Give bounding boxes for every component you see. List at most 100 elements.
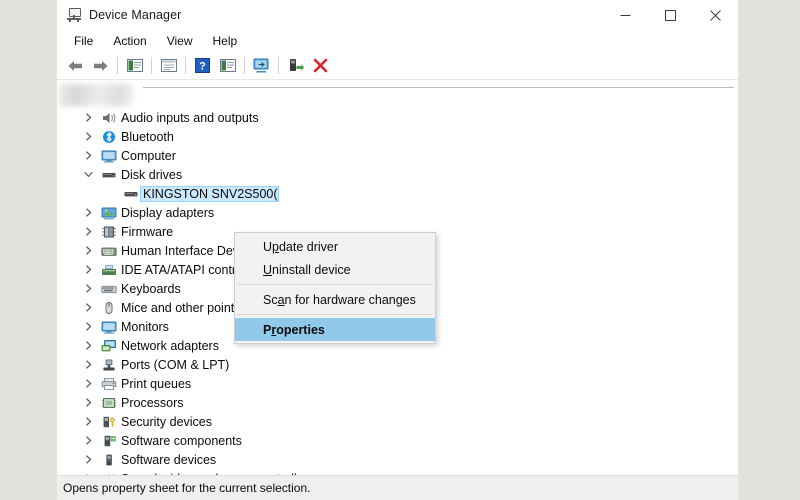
monitor-icon bbox=[101, 321, 117, 334]
device-tree-pane[interactable]: Audio inputs and outputs Bluetooth Compute… bbox=[57, 80, 738, 475]
tree-item-security-devices[interactable]: Security devices bbox=[57, 412, 738, 431]
tree-item-kingston-snv2s500[interactable]: KINGSTON SNV2S500( bbox=[57, 184, 738, 203]
ctx-uninstall-device[interactable]: Uninstall device bbox=[235, 258, 435, 281]
firmware-chip-icon bbox=[102, 226, 116, 237]
disk-drive-icon bbox=[124, 191, 138, 196]
tree-item-label: Display adapters bbox=[121, 205, 215, 220]
ctx-properties-label: Properties bbox=[263, 322, 325, 337]
printer-icon bbox=[101, 377, 117, 390]
properties-button[interactable] bbox=[156, 54, 181, 77]
chevron-right-icon[interactable] bbox=[77, 303, 99, 312]
chevron-right-icon bbox=[85, 284, 91, 293]
tree-item-software-devices[interactable]: Software devices bbox=[57, 450, 738, 469]
show-hide-console-tree-button[interactable] bbox=[122, 54, 147, 77]
maximize-button[interactable] bbox=[648, 0, 693, 30]
chevron-right-icon[interactable] bbox=[77, 246, 99, 255]
toolbar-separator bbox=[244, 57, 245, 74]
help-question-icon: ? bbox=[195, 58, 210, 73]
chevron-right-icon bbox=[85, 417, 91, 426]
chevron-right-icon[interactable] bbox=[77, 398, 99, 407]
disk-drive-icon bbox=[102, 172, 116, 177]
chevron-right-icon[interactable] bbox=[77, 284, 99, 293]
close-button[interactable] bbox=[693, 0, 738, 30]
update-driver-button[interactable] bbox=[215, 54, 240, 77]
ctx-properties[interactable]: Properties bbox=[235, 318, 435, 341]
tree-item-label: Firmware bbox=[121, 224, 174, 239]
tree-item-bluetooth[interactable]: Bluetooth bbox=[57, 127, 738, 146]
scan-hardware-changes-button[interactable] bbox=[249, 54, 274, 77]
printer-icon bbox=[99, 377, 119, 391]
forward-button[interactable] bbox=[88, 54, 113, 77]
network-adapter-icon bbox=[99, 339, 119, 353]
chevron-right-icon[interactable] bbox=[77, 322, 99, 331]
display-adapter-icon bbox=[99, 206, 119, 220]
menu-view[interactable]: View bbox=[158, 32, 202, 50]
ctx-update-driver[interactable]: Update driver bbox=[235, 235, 435, 258]
tree-item-ports-com-lpt[interactable]: Ports (COM & LPT) bbox=[57, 355, 738, 374]
properties-window-icon bbox=[160, 59, 177, 72]
menu-help[interactable]: Help bbox=[204, 32, 247, 50]
chevron-right-icon bbox=[85, 322, 91, 331]
chevron-right-icon[interactable] bbox=[77, 227, 99, 236]
status-bar: Opens property sheet for the current sel… bbox=[57, 475, 738, 500]
back-button[interactable] bbox=[63, 54, 88, 77]
scan-monitor-icon bbox=[253, 58, 269, 73]
chevron-right-icon[interactable] bbox=[77, 132, 99, 141]
tree-item-disk-drives[interactable]: Disk drives bbox=[57, 165, 738, 184]
minimize-button[interactable] bbox=[603, 0, 648, 30]
chevron-right-icon[interactable] bbox=[77, 341, 99, 350]
chevron-right-icon[interactable] bbox=[77, 113, 99, 122]
tree-item-label: Audio inputs and outputs bbox=[121, 110, 259, 125]
ctx-update-driver-label: Update driver bbox=[263, 239, 339, 254]
chevron-right-icon[interactable] bbox=[77, 455, 99, 464]
sound-controller-icon bbox=[107, 473, 115, 475]
status-bar-text: Opens property sheet for the current sel… bbox=[63, 481, 311, 495]
title-bar-left: Device Manager bbox=[57, 7, 181, 23]
tree-item-label: Computer bbox=[121, 148, 176, 163]
chevron-right-icon bbox=[85, 436, 91, 445]
tree-item-processors[interactable]: Processors bbox=[57, 393, 738, 412]
chevron-right-icon[interactable] bbox=[77, 208, 99, 217]
ide-controller-icon bbox=[102, 264, 116, 275]
chevron-right-icon[interactable] bbox=[77, 360, 99, 369]
chevron-right-icon[interactable] bbox=[77, 436, 99, 445]
svg-text:?: ? bbox=[199, 61, 206, 73]
port-connector-icon bbox=[103, 359, 115, 370]
chevron-right-icon bbox=[85, 265, 91, 274]
enable-device-button[interactable] bbox=[283, 54, 308, 77]
tree-item-computer[interactable]: Computer bbox=[57, 146, 738, 165]
uninstall-device-button[interactable] bbox=[308, 54, 333, 77]
help-button[interactable]: ? bbox=[190, 54, 215, 77]
speaker-icon bbox=[99, 111, 119, 125]
tree-item-software-components[interactable]: Software components bbox=[57, 431, 738, 450]
software-component-icon bbox=[104, 435, 116, 446]
menu-file[interactable]: File bbox=[65, 32, 102, 50]
context-menu-separator bbox=[237, 284, 433, 285]
device-manager-window: Device Manager File Action View Help ? A… bbox=[57, 0, 738, 500]
tree-item-sound-video-and-game-controllers[interactable]: Sound, video and game controllers bbox=[57, 469, 738, 475]
tree-item-print-queues[interactable]: Print queues bbox=[57, 374, 738, 393]
chevron-right-icon bbox=[85, 208, 91, 217]
redacted-computer-name bbox=[59, 84, 133, 106]
tree-item-label: Sound, video and game controllers bbox=[119, 472, 314, 476]
chevron-right-icon[interactable] bbox=[77, 379, 99, 388]
update-driver-icon bbox=[219, 59, 236, 72]
context-menu[interactable]: Update driver Uninstall device Scan for … bbox=[234, 232, 436, 344]
chevron-right-icon[interactable] bbox=[77, 265, 99, 274]
chevron-down-icon[interactable] bbox=[77, 170, 99, 179]
console-tree-icon bbox=[126, 59, 143, 72]
bluetooth-icon bbox=[99, 130, 119, 144]
chevron-right-icon[interactable] bbox=[77, 474, 99, 475]
tree-item-display-adapters[interactable]: Display adapters bbox=[57, 203, 738, 222]
monitor-icon bbox=[99, 320, 119, 334]
toolbar-separator bbox=[185, 57, 186, 74]
chevron-right-icon[interactable] bbox=[77, 417, 99, 426]
ctx-scan-hardware-changes[interactable]: Scan for hardware changes bbox=[235, 288, 435, 311]
menu-action[interactable]: Action bbox=[104, 32, 155, 50]
chevron-right-icon bbox=[85, 341, 91, 350]
window-controls bbox=[603, 0, 738, 30]
hid-keyboard-icon bbox=[101, 247, 117, 256]
tree-item-audio-inputs-and-outputs[interactable]: Audio inputs and outputs bbox=[57, 108, 738, 127]
chevron-right-icon[interactable] bbox=[77, 151, 99, 160]
disk-drive-icon bbox=[99, 168, 119, 182]
